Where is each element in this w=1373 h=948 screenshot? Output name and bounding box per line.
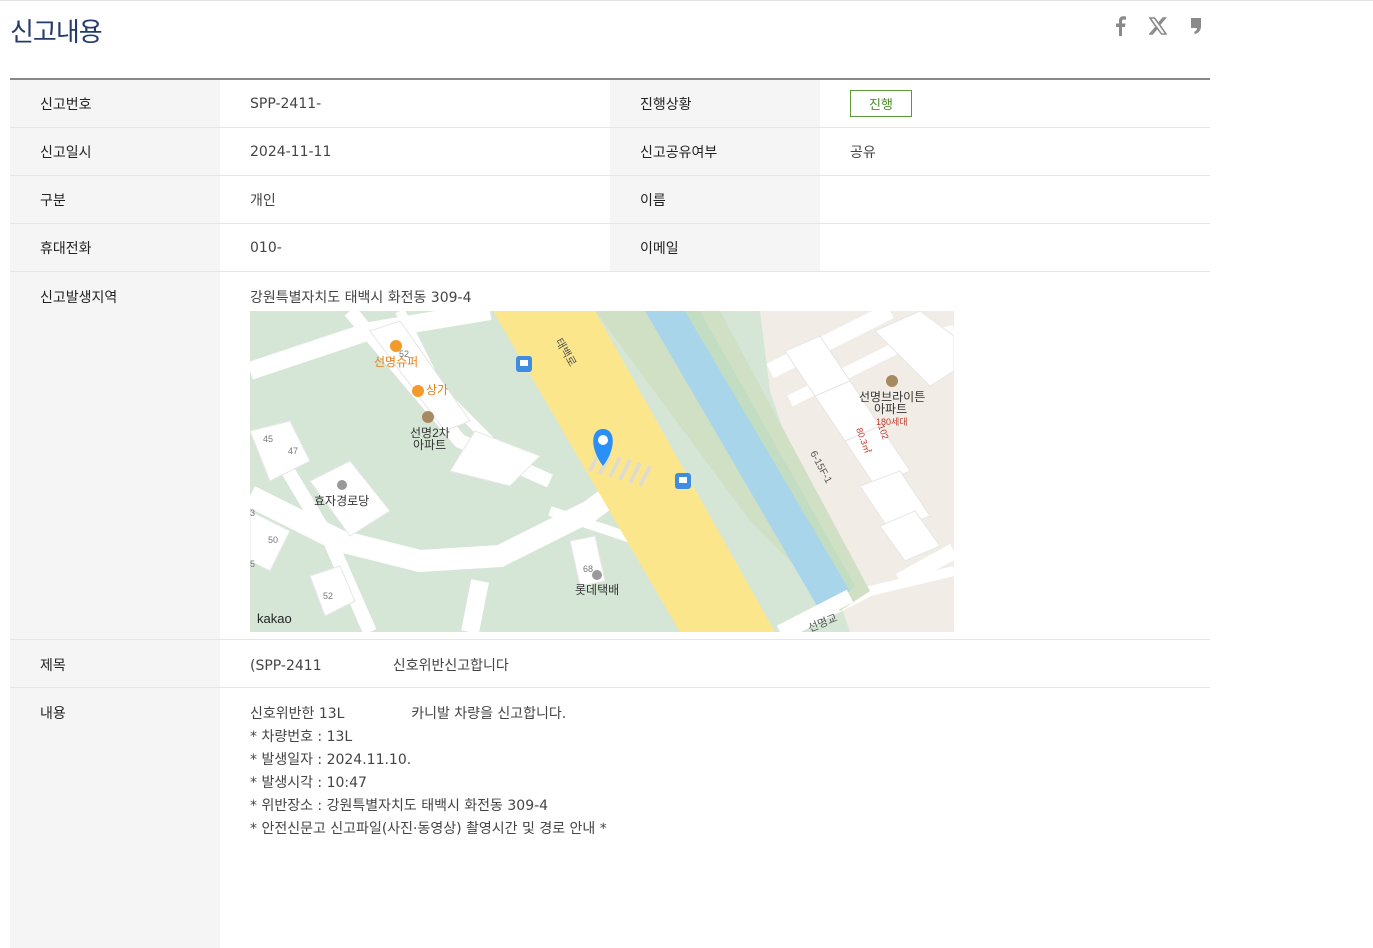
content-detail: * 발생시각 : 10:47 bbox=[250, 775, 367, 791]
email-value bbox=[820, 224, 1210, 271]
map-num-47: 47 bbox=[288, 446, 298, 456]
poi-label-hall: 효자경로당 bbox=[314, 494, 369, 508]
content-label: 내용 bbox=[10, 688, 220, 948]
blog-icon bbox=[1191, 18, 1201, 34]
status-badge: 진행 bbox=[850, 90, 912, 117]
poi-label-shop1: 선명슈퍼 bbox=[374, 355, 418, 369]
map-num-52b: 52 bbox=[399, 349, 409, 359]
row-report-number: 신고번호 SPP-2411- 진행상황 진행 bbox=[10, 80, 1210, 128]
content-detail: * 위반장소 : 강원특별자치도 태백시 화전동 309-4 bbox=[250, 798, 549, 814]
facebook-icon bbox=[1116, 16, 1126, 36]
content-line: 신호위반한 13L 카니발 차량을 신고합니다. bbox=[250, 706, 567, 722]
facebook-share-button[interactable] bbox=[1108, 14, 1132, 38]
blog-share-button[interactable] bbox=[1184, 14, 1208, 38]
x-icon bbox=[1149, 17, 1167, 35]
row-location: 신고발생지역 강원특별자치도 태백시 화전동 309-4 선명슈퍼 상가 선명2… bbox=[10, 272, 1210, 640]
map-num-3: 3 bbox=[250, 508, 255, 518]
name-label: 이름 bbox=[610, 176, 820, 223]
email-label: 이메일 bbox=[610, 224, 820, 271]
poi-label-delivery: 롯데택배 bbox=[575, 583, 619, 597]
report-info-table: 신고번호 SPP-2411- 진행상황 진행 신고일시 2024-11-11 신… bbox=[10, 78, 1210, 948]
top-border bbox=[0, 0, 1373, 1]
report-date-label: 신고일시 bbox=[10, 128, 220, 175]
content-body: 신호위반한 13L 카니발 차량을 신고합니다. * 차량번호 : 13L * … bbox=[220, 688, 1210, 948]
status-cell: 진행 bbox=[820, 80, 1210, 127]
report-number-value: SPP-2411- bbox=[250, 95, 322, 112]
share-value: 공유 bbox=[850, 144, 876, 161]
row-phone: 휴대전화 010- 이메일 bbox=[10, 224, 1210, 272]
poi-label-apt1-line2: 아파트 bbox=[413, 438, 446, 452]
map-num-45: 45 bbox=[263, 434, 273, 444]
content-footer: * 안전신문고 신고파일(사진·동영상) 촬영시간 및 경로 안내 * bbox=[250, 821, 607, 837]
share-label: 신고공유여부 bbox=[610, 128, 820, 175]
content-detail: * 발생일자 : 2024.11.10. bbox=[250, 752, 412, 768]
page-title: 신고내용 bbox=[10, 18, 103, 48]
poi-label-shop2: 상가 bbox=[426, 383, 448, 397]
content-detail: * 차량번호 : 13L bbox=[250, 729, 353, 745]
report-date-value: 2024-11-11 bbox=[250, 143, 332, 160]
phone-label: 휴대전화 bbox=[10, 224, 220, 271]
map-num-5: 5 bbox=[250, 559, 255, 569]
poi-label-apt2-line2: 아파트 bbox=[874, 402, 907, 416]
row-category: 구분 개인 이름 bbox=[10, 176, 1210, 224]
row-report-date: 신고일시 2024-11-11 신고공유여부 공유 bbox=[10, 128, 1210, 176]
location-address: 강원특별자치도 태백시 화전동 309-4 bbox=[250, 290, 472, 306]
status-label: 진행상황 bbox=[610, 80, 820, 127]
subject-value: (SPP-2411 신호위반신고합니다 bbox=[250, 658, 509, 674]
subject-label: 제목 bbox=[10, 640, 220, 687]
row-subject: 제목 (SPP-2411 신호위반신고합니다 bbox=[10, 640, 1210, 688]
location-label: 신고발생지역 bbox=[10, 272, 220, 639]
location-map[interactable]: 선명슈퍼 상가 선명2차 아파트 효자경로당 롯데택배 선명브라이튼 아파트 1… bbox=[250, 311, 954, 632]
name-value bbox=[820, 176, 1210, 223]
kakao-logo: kakao bbox=[257, 611, 292, 626]
map-num-50: 50 bbox=[268, 535, 278, 545]
report-number-label: 신고번호 bbox=[10, 80, 220, 127]
map-num-52: 52 bbox=[323, 591, 333, 601]
category-label: 구분 bbox=[10, 176, 220, 223]
share-toolbar bbox=[1108, 14, 1208, 38]
row-content: 내용 신호위반한 13L 카니발 차량을 신고합니다. * 차량번호 : 13L… bbox=[10, 688, 1210, 948]
category-value: 개인 bbox=[250, 192, 276, 209]
location-cell: 강원특별자치도 태백시 화전동 309-4 선명슈퍼 상가 선명2차 아파트 효… bbox=[220, 272, 1210, 639]
phone-value: 010- bbox=[250, 239, 282, 256]
x-share-button[interactable] bbox=[1146, 14, 1170, 38]
map-num-68: 68 bbox=[583, 564, 593, 574]
